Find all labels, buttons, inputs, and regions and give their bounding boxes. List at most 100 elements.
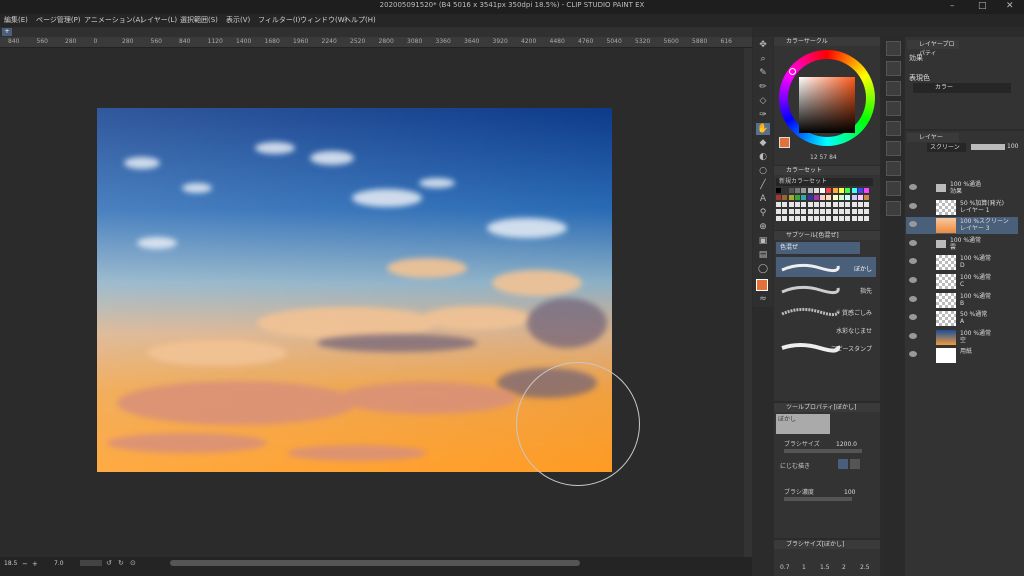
density-slider[interactable] <box>784 497 852 501</box>
pencil-icon[interactable]: ✏ <box>756 81 770 93</box>
history-icon[interactable] <box>886 141 901 156</box>
rotation-value[interactable]: 7.0 <box>54 560 64 567</box>
color-swatch[interactable] <box>839 209 844 214</box>
gradient-icon[interactable]: ◐ <box>756 151 770 163</box>
navigator-icon[interactable] <box>886 41 901 56</box>
timeline-icon[interactable] <box>886 201 901 216</box>
eye-icon[interactable] <box>909 239 917 246</box>
color-swatch[interactable] <box>851 209 857 214</box>
color-swatch[interactable] <box>839 195 844 200</box>
balloon-icon[interactable]: ◯ <box>756 263 770 275</box>
layer-row[interactable]: 100 %通常雲 <box>906 236 1018 253</box>
color-swatch[interactable] <box>851 202 857 207</box>
color-swatch[interactable] <box>851 195 857 200</box>
color-swatch[interactable] <box>801 216 807 221</box>
size-preset-5[interactable]: 2.5 <box>860 564 870 571</box>
color-swatches[interactable] <box>776 188 872 228</box>
color-swatch[interactable] <box>864 209 870 214</box>
zoom-icon[interactable]: ⌕ <box>756 53 770 65</box>
color-swatch[interactable] <box>864 216 870 221</box>
color-swatch[interactable] <box>826 209 832 214</box>
color-set-name[interactable]: 新規カラーセット <box>776 178 873 186</box>
rotate-left-icon[interactable]: ↺ <box>106 559 112 567</box>
color-swatch[interactable] <box>820 216 826 221</box>
color-swatch[interactable] <box>807 216 813 221</box>
layer-row[interactable]: 100 %通常 D <box>906 254 1018 271</box>
color-swatch[interactable] <box>832 188 838 193</box>
subtool-tab[interactable]: サブツール[色混ぜ] <box>774 231 880 240</box>
eye-icon[interactable] <box>909 184 917 190</box>
color-swatch[interactable] <box>776 195 781 200</box>
item-bank-icon[interactable] <box>886 161 901 176</box>
color-swatch[interactable] <box>782 209 788 214</box>
vertical-scrollbar[interactable] <box>744 48 752 558</box>
layer-row[interactable]: 用紙 <box>906 347 1018 364</box>
color-circle-tab[interactable]: カラーサークル <box>774 37 880 46</box>
color-swatch[interactable] <box>801 209 807 214</box>
color-swatch[interactable] <box>782 216 788 221</box>
menu-item-1[interactable]: ページ管理(P) <box>36 15 81 25</box>
color-swatch[interactable] <box>826 195 832 200</box>
text-icon[interactable]: A <box>756 193 770 205</box>
menu-item-6[interactable]: フィルター(I) <box>258 15 300 25</box>
sub-view-icon[interactable] <box>886 61 901 76</box>
color-swatch[interactable] <box>820 209 826 214</box>
color-swatch[interactable] <box>820 202 826 207</box>
eye-icon[interactable] <box>909 202 917 209</box>
color-swatch[interactable] <box>864 188 870 193</box>
horizontal-scrollbar[interactable] <box>170 560 580 566</box>
maximize-button[interactable]: □ <box>978 1 987 11</box>
size-preset-2[interactable]: 1 <box>802 564 806 571</box>
saturation-square[interactable] <box>799 77 855 133</box>
blend-tool-icon[interactable]: ✋ <box>756 123 770 135</box>
color-swatch[interactable] <box>845 188 851 193</box>
layer-search-icon[interactable] <box>886 81 901 96</box>
subtool-item-texture[interactable]: 質感ごしみ <box>776 301 876 321</box>
color-swatch[interactable] <box>788 216 794 221</box>
layer-tab[interactable]: レイヤー <box>907 133 959 142</box>
menu-item-7[interactable]: ウィンドウ(W) <box>300 15 347 25</box>
color-swatch[interactable] <box>826 202 832 207</box>
layer-row[interactable]: 100 %通過 効果 <box>906 180 1018 197</box>
color-swatch[interactable] <box>788 202 794 207</box>
color-swatch[interactable] <box>794 216 800 221</box>
color-swatch[interactable] <box>839 202 844 207</box>
color-swatch[interactable] <box>845 195 851 200</box>
brush-size-value[interactable]: 1200.0 <box>836 441 857 448</box>
menu-item-5[interactable]: 表示(V) <box>226 15 250 25</box>
layer-property-tab[interactable]: レイヤープロパティ <box>907 40 959 57</box>
color-swatch[interactable] <box>813 202 819 207</box>
color-swatch[interactable] <box>807 209 813 214</box>
zoom-value[interactable]: 18.5 <box>4 560 17 567</box>
color-swatch[interactable] <box>832 195 838 200</box>
blur-play-button[interactable] <box>850 459 860 469</box>
color-swatch[interactable] <box>851 188 857 193</box>
eye-icon[interactable] <box>909 332 917 339</box>
document-tab[interactable]: + <box>2 28 12 36</box>
tool-property-tab[interactable]: ツールプロパティ[ぼかし] <box>774 403 880 412</box>
color-swatch[interactable] <box>813 188 819 193</box>
color-swatch[interactable] <box>813 195 819 200</box>
rotate-right-icon[interactable]: ↻ <box>118 559 124 567</box>
color-swatch[interactable] <box>788 209 794 214</box>
subtool-item-watercolor[interactable]: 水彩なじませ <box>776 323 876 337</box>
color-swatch[interactable] <box>776 209 781 214</box>
layer-row[interactable]: 50 %加算(発光) レイヤー 1 <box>906 199 1018 216</box>
figure-icon[interactable]: ○ <box>756 165 770 177</box>
size-preset-4[interactable]: 2 <box>842 564 846 571</box>
color-swatch[interactable] <box>776 188 781 193</box>
color-swatch[interactable] <box>807 195 813 200</box>
color-swatch[interactable] <box>857 202 863 207</box>
menu-item-8[interactable]: ヘルプ(H) <box>344 15 376 25</box>
color-swatch[interactable] <box>857 195 863 200</box>
brush-size-tab[interactable]: ブラシサイズ[ぼかし] <box>774 540 880 549</box>
opacity-slider[interactable] <box>971 144 1005 150</box>
subtool-item-blur[interactable]: ぼかし <box>776 257 876 277</box>
operation-icon[interactable]: ⊕ <box>756 221 770 233</box>
color-swatch[interactable] <box>839 188 844 193</box>
color-swatch[interactable] <box>776 216 781 221</box>
minimize-button[interactable]: – <box>950 1 955 11</box>
color-swatch[interactable] <box>776 202 781 207</box>
color-swatch[interactable] <box>794 202 800 207</box>
menu-item-3[interactable]: レイヤー(L) <box>140 15 177 25</box>
